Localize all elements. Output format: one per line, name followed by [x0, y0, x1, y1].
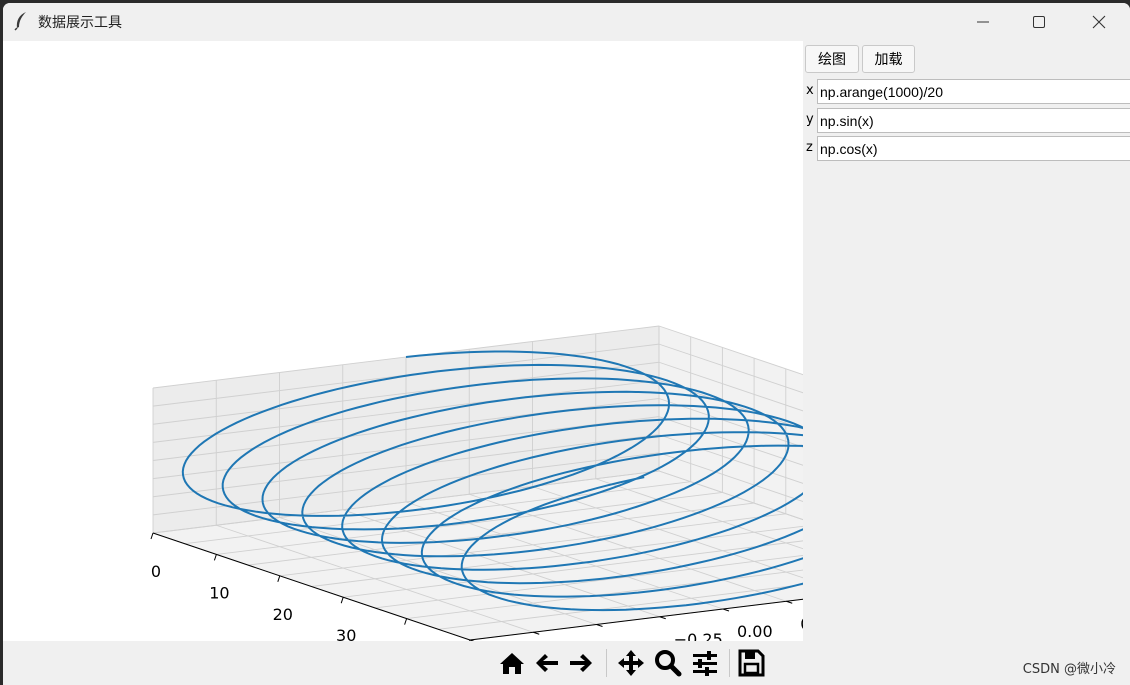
maximize-button[interactable]	[1016, 3, 1062, 41]
pan-icon[interactable]	[616, 648, 646, 678]
x-field-row: x	[803, 78, 1130, 105]
plot-button[interactable]: 绘图	[805, 45, 859, 73]
toolbar-separator	[606, 649, 607, 677]
y-tick-label: 0.00	[737, 622, 773, 641]
home-icon[interactable]	[497, 648, 527, 678]
app-window: 数据展示工具 01020304050−1.00−0.75−0.50−0.250.…	[3, 3, 1130, 685]
y-tick-mark	[659, 616, 666, 620]
x-tick-label: 0	[151, 562, 161, 581]
y-tick-mark	[722, 608, 730, 612]
forward-icon[interactable]	[566, 648, 596, 678]
close-icon	[1092, 15, 1106, 29]
window-title: 数据展示工具	[38, 15, 122, 31]
feather-icon	[14, 12, 26, 31]
zoom-icon[interactable]	[653, 648, 683, 678]
y-field-row: y	[803, 107, 1130, 134]
z-field-label: z	[806, 140, 813, 155]
plot-canvas[interactable]: 01020304050−1.00−0.75−0.50−0.250.000.250…	[3, 41, 1049, 685]
x-tick-label: 20	[273, 605, 293, 624]
y-expression-input[interactable]	[817, 108, 1130, 133]
x-tick-label: 30	[336, 626, 356, 641]
minimize-icon	[977, 21, 989, 23]
back-icon[interactable]	[532, 648, 562, 678]
watermark: CSDN @微小冷	[1022, 662, 1116, 677]
close-button[interactable]	[1076, 3, 1122, 41]
z-field-row: z	[803, 135, 1130, 162]
y-tick-mark	[533, 631, 540, 635]
x-tick-mark	[340, 597, 344, 604]
control-panel: 绘图 加载 x y z	[803, 41, 1130, 641]
y-tick-label: −0.25	[674, 630, 723, 641]
x-tick-mark	[277, 575, 281, 582]
x-tick-mark	[404, 618, 408, 625]
x-expression-input[interactable]	[817, 79, 1130, 104]
minimize-button[interactable]	[960, 3, 1006, 41]
x-tick-label: 10	[209, 583, 229, 602]
y-tick-mark	[596, 624, 603, 627]
x-tick-mark	[213, 554, 217, 561]
x-field-label: x	[806, 83, 814, 98]
x-tick-mark	[150, 532, 154, 540]
title-bar: 数据展示工具	[3, 3, 1130, 41]
load-button[interactable]: 加载	[862, 45, 915, 73]
y-field-label: y	[806, 112, 814, 127]
maximize-icon	[1033, 16, 1045, 28]
3d-line-plot: 01020304050−1.00−0.75−0.50−0.250.000.250…	[150, 325, 1049, 685]
toolbar-separator	[729, 649, 730, 677]
navigation-toolbar: CSDN @微小冷	[3, 641, 1130, 685]
save-icon[interactable]	[736, 648, 766, 678]
z-expression-input[interactable]	[817, 136, 1130, 161]
y-tick-mark	[786, 600, 793, 604]
configure-subplots-icon[interactable]	[690, 648, 720, 678]
